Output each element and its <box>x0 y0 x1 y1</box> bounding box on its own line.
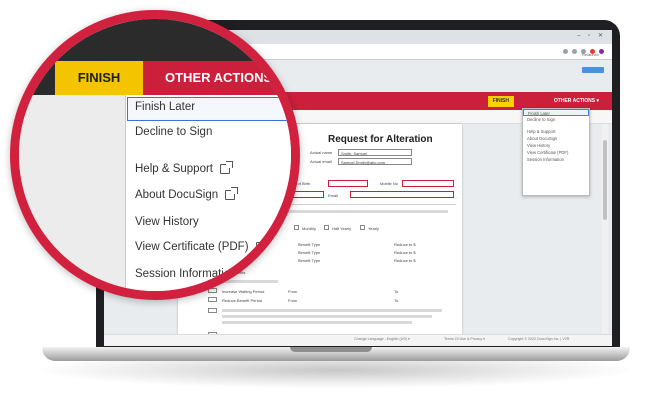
menu-item-label: View Certificate (PDF) <box>135 241 249 253</box>
menu-item-help[interactable]: Help & Support <box>135 161 233 175</box>
monthly-checkbox[interactable] <box>294 225 299 230</box>
email2-label: Email <box>328 193 339 198</box>
menu-item-session[interactable]: Session Information <box>135 268 237 280</box>
other-actions-button[interactable]: OTHER ACTIONS ▾ <box>549 96 604 107</box>
mobile-label: Mobile No <box>380 181 399 186</box>
benefit-row-label: Benefit Type <box>298 242 321 247</box>
yearly-label: Yearly <box>368 226 379 231</box>
external-link-icon <box>255 239 269 252</box>
menu-item-label: Session Information <box>135 268 237 280</box>
dob-field[interactable] <box>328 180 368 187</box>
benefit-row-value: Reduce to $ <box>394 242 416 247</box>
email-value: Samuel.Smith@abc.com <box>341 160 386 165</box>
to-label: To <box>394 289 399 294</box>
benefit-row-value: Reduce to $ <box>394 258 416 263</box>
relaunch-link[interactable]: Relaunch ⋮ <box>582 52 604 57</box>
extension-icon[interactable] <box>572 48 577 54</box>
instruction-text <box>288 210 448 213</box>
convert-box[interactable] <box>208 308 217 313</box>
menu-item-help[interactable]: Help & Support <box>523 128 589 135</box>
language-selector[interactable]: Change Language - English (US) ▾ <box>354 337 410 341</box>
name-value: Smith, Samuel <box>341 151 368 156</box>
yearly-checkbox[interactable] <box>360 225 365 230</box>
laptop-notch <box>290 347 372 352</box>
external-link-icon <box>225 187 239 200</box>
extension-icon[interactable] <box>563 48 568 54</box>
menu-item-finish-later[interactable]: Finish Later <box>135 101 195 113</box>
other-actions-label: OTHER ACTIONS <box>165 70 273 85</box>
copyright-text: Copyright © 2022 DocuSign Inc. | V2R <box>508 337 570 341</box>
menu-item-certificate[interactable]: View Certificate (PDF) <box>135 239 269 253</box>
mobile-field[interactable] <box>402 180 454 187</box>
reduce-benefit-label: Reduce Benefit Period <box>222 298 263 303</box>
menu-item-history[interactable]: View History <box>135 216 199 228</box>
paragraph-text <box>222 321 412 324</box>
menu-item-decline[interactable]: Decline to Sign <box>523 116 589 123</box>
paragraph-text <box>222 309 442 312</box>
menu-item-history[interactable]: View History <box>523 142 589 149</box>
menu-item-decline[interactable]: Decline to Sign <box>135 126 212 138</box>
magnifier-circle: FINISH OTHER ACTIONS Finish Later Declin… <box>10 10 300 300</box>
half-yearly-label: Half Yearly <box>332 226 352 231</box>
menu-item-certificate[interactable]: View Certificate (PDF) <box>523 149 589 156</box>
benefit-row-label: Benefit Type <box>298 258 321 263</box>
menu-item-label: Decline to Sign <box>135 126 213 138</box>
menu-item-label: Finish Later <box>135 101 196 113</box>
half-yearly-checkbox[interactable] <box>324 225 329 230</box>
email-field[interactable]: Samuel.Smith@abc.com <box>338 158 412 165</box>
email-label: Actual email <box>310 159 332 164</box>
paragraph-text <box>222 315 432 318</box>
scrollbar-thumb[interactable] <box>603 140 607 220</box>
from-label: From <box>288 298 298 303</box>
name-label: Actual name <box>310 150 333 155</box>
benefit-row-label: Benefit Type <box>298 250 321 255</box>
benefit-row-value: Reduce to $ <box>394 250 416 255</box>
reduce-benefit-box[interactable] <box>208 297 217 302</box>
monthly-label: Monthly <box>302 226 317 231</box>
window-controls[interactable]: – ▫ ✕ <box>577 32 606 39</box>
menu-item-label: About DocuSign <box>135 189 219 201</box>
terms-link[interactable]: Terms Of Use & Privacy ▾ <box>444 337 485 341</box>
to-label: To <box>394 298 399 303</box>
document-title: Request for Alteration <box>328 134 433 145</box>
finish-button-zoomed[interactable]: FINISH <box>55 61 143 95</box>
finish-button[interactable]: FINISH <box>487 96 514 107</box>
menu-item-label: Help & Support <box>135 163 213 175</box>
email2-field[interactable] <box>350 191 454 198</box>
menu-item-about[interactable]: About DocuSign <box>523 135 589 142</box>
blue-chip[interactable] <box>582 67 604 73</box>
menu-item-finish-later[interactable]: Finish Later <box>523 109 589 116</box>
name-field[interactable]: Smith, Samuel <box>338 149 412 156</box>
external-link-icon <box>220 161 233 174</box>
menu-item-session[interactable]: Session Information <box>523 156 589 163</box>
other-actions-dropdown-small: Finish Later Decline to Sign Help & Supp… <box>522 108 590 196</box>
zoomed-document-background <box>19 95 125 291</box>
menu-item-about[interactable]: About DocuSign <box>135 187 239 201</box>
menu-item-label: View History <box>135 216 199 228</box>
other-actions-button-zoomed[interactable]: OTHER ACTIONS <box>143 61 291 95</box>
